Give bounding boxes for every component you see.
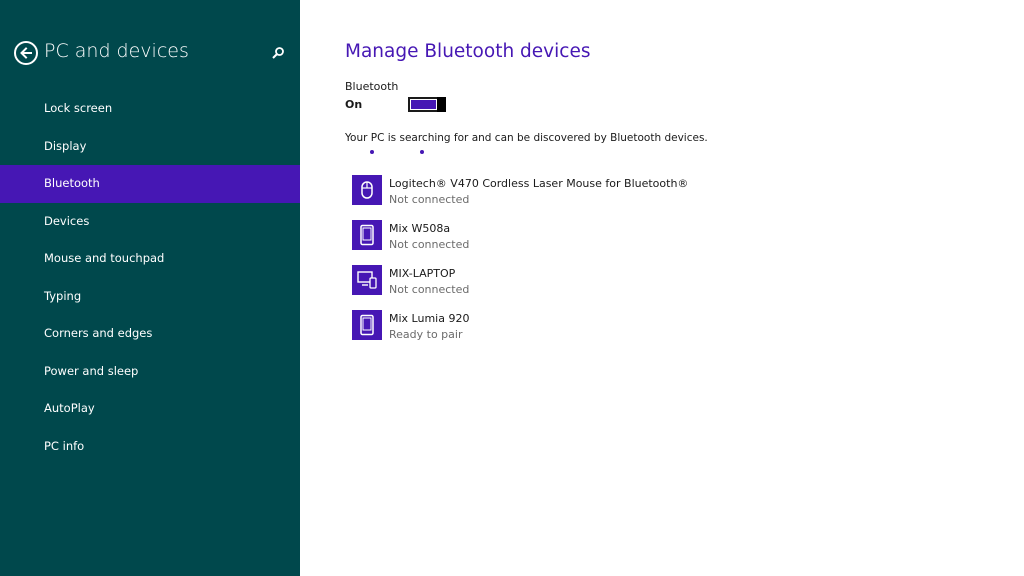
device-name: Mix Lumia 920 xyxy=(389,312,470,325)
device-item-phone[interactable]: Mix Lumia 920 Ready to pair xyxy=(352,310,952,355)
toggle-fill xyxy=(411,100,436,109)
device-item-phone[interactable]: Mix W508a Not connected xyxy=(352,220,952,265)
device-status: Not connected xyxy=(389,193,470,206)
searching-progress-dot xyxy=(370,150,374,154)
main-content: Manage Bluetooth devices Bluetooth On Yo… xyxy=(300,0,1024,576)
settings-nav: Lock screen Display Bluetooth Devices Mo… xyxy=(0,90,300,465)
nav-item-bluetooth[interactable]: Bluetooth xyxy=(0,165,300,203)
nav-item-display[interactable]: Display xyxy=(0,128,300,166)
device-item-laptop[interactable]: MIX-LAPTOP Not connected xyxy=(352,265,952,310)
device-status: Not connected xyxy=(389,238,470,251)
nav-item-lock-screen[interactable]: Lock screen xyxy=(0,90,300,128)
page-title: Manage Bluetooth devices xyxy=(345,41,591,62)
device-name: Logitech® V470 Cordless Laser Mouse for … xyxy=(389,177,689,190)
toggle-thumb[interactable] xyxy=(437,97,446,112)
sidebar-title: PC and devices xyxy=(44,40,189,62)
device-status: Ready to pair xyxy=(389,328,463,341)
bluetooth-toggle-state: On xyxy=(345,98,363,111)
search-icon[interactable] xyxy=(270,45,286,61)
computer-icon xyxy=(352,265,382,295)
device-name: Mix W508a xyxy=(389,222,451,235)
device-item-mouse[interactable]: Logitech® V470 Cordless Laser Mouse for … xyxy=(352,175,952,220)
device-status: Not connected xyxy=(389,283,470,296)
nav-item-devices[interactable]: Devices xyxy=(0,203,300,241)
mouse-icon xyxy=(352,175,382,205)
back-arrow-icon[interactable] xyxy=(14,41,38,65)
discovery-status-text: Your PC is searching for and can be disc… xyxy=(345,132,708,144)
bluetooth-toggle[interactable] xyxy=(408,97,446,112)
nav-item-mouse-and-touchpad[interactable]: Mouse and touchpad xyxy=(0,240,300,278)
sidebar: PC and devices Lock screen Display Bluet… xyxy=(0,0,300,576)
nav-item-power-and-sleep[interactable]: Power and sleep xyxy=(0,353,300,391)
nav-item-corners-and-edges[interactable]: Corners and edges xyxy=(0,315,300,353)
phone-icon xyxy=(352,310,382,340)
nav-item-pc-info[interactable]: PC info xyxy=(0,428,300,466)
device-name: MIX-LAPTOP xyxy=(389,267,456,280)
searching-progress-dot xyxy=(420,150,424,154)
nav-item-autoplay[interactable]: AutoPlay xyxy=(0,390,300,428)
device-list: Logitech® V470 Cordless Laser Mouse for … xyxy=(352,175,952,355)
bluetooth-toggle-label: Bluetooth xyxy=(345,80,399,93)
phone-icon xyxy=(352,220,382,250)
nav-item-typing[interactable]: Typing xyxy=(0,278,300,316)
